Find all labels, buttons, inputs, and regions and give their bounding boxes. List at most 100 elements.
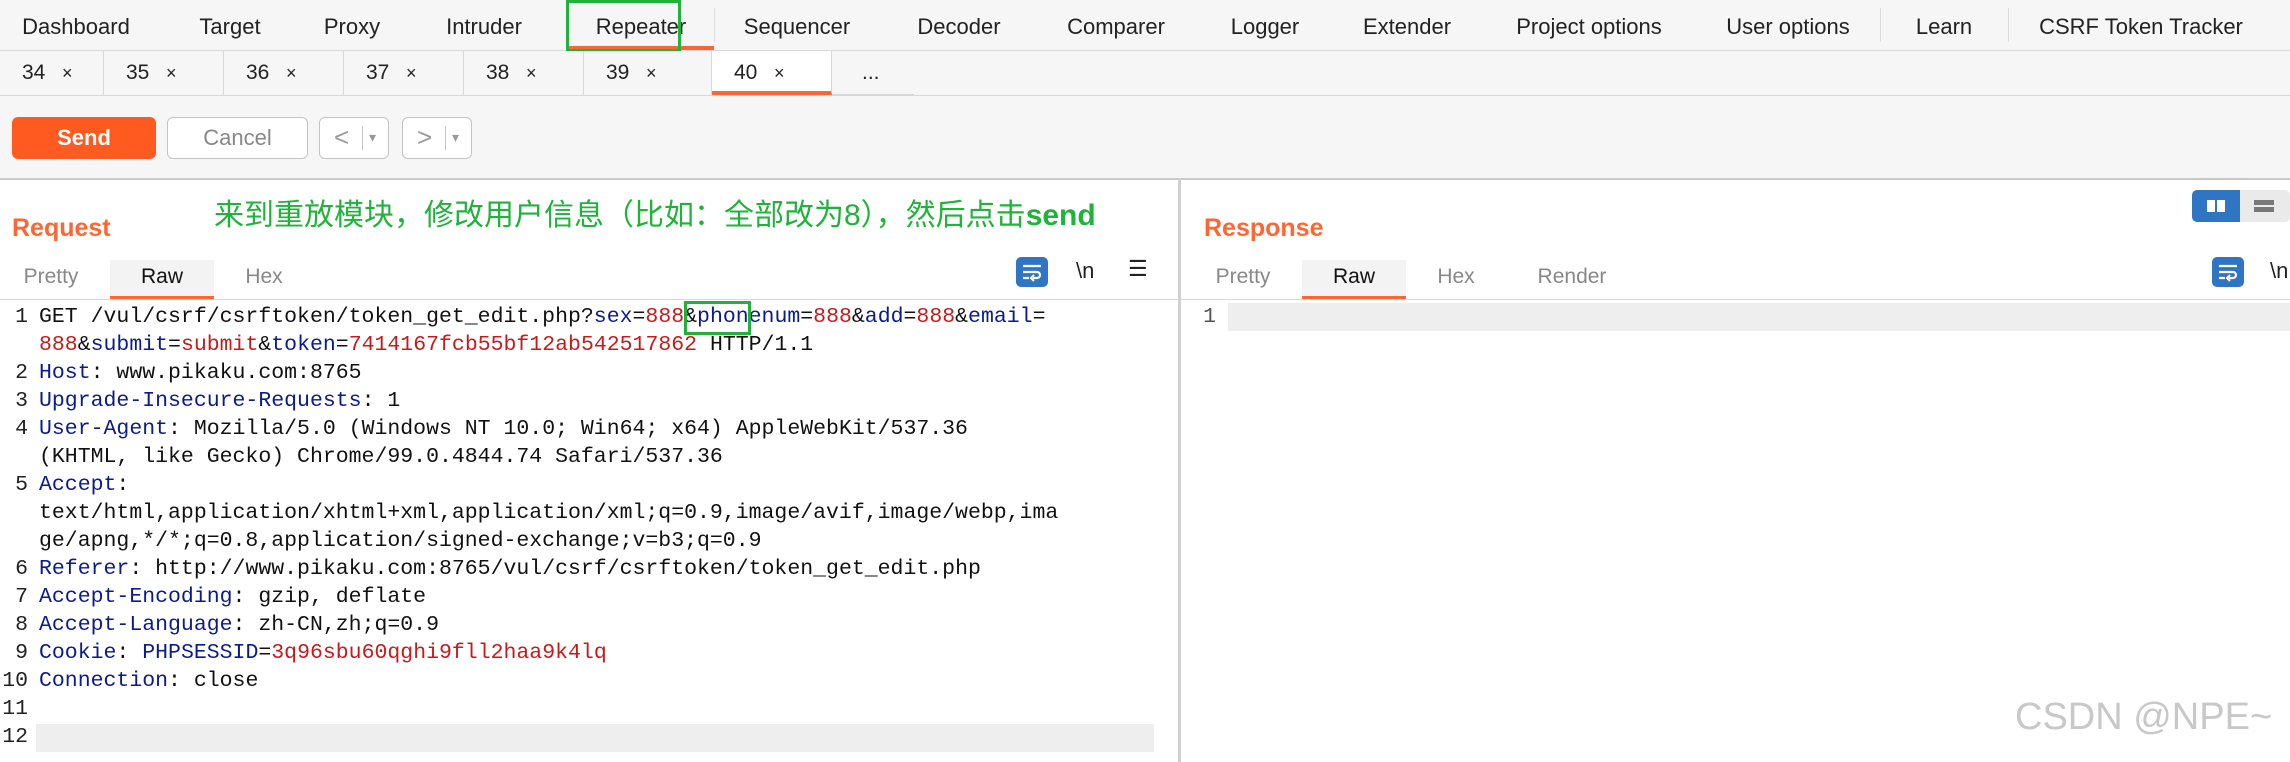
repeater-tab[interactable]: 35 × [104,51,224,95]
nav-csrf-token-tracker[interactable]: CSRF Token Tracker [2026,0,2256,50]
menu-icon[interactable]: ☰ [1128,256,1148,282]
nav-target[interactable]: Target [175,0,285,50]
repeater-toolbar: Send Cancel < ▾ > ▾ [0,96,2290,180]
nav-comparer[interactable]: Comparer [1056,0,1176,50]
repeater-tab[interactable]: 37 × [344,51,464,95]
repeater-tab[interactable]: 39 × [584,51,712,95]
line-number: 5 [15,473,28,497]
panel-divider[interactable] [1178,178,1181,762]
close-icon[interactable]: × [646,51,657,95]
tab-number: 34 [22,61,46,84]
line-number: 1 [1203,305,1216,329]
tab-raw[interactable]: Raw [110,260,214,300]
cancel-button[interactable]: Cancel [167,117,308,159]
split-view-icon[interactable] [2192,190,2240,222]
tab-hex[interactable]: Hex [1420,260,1492,300]
nav-separator [1880,8,1881,42]
tab-number: 36 [246,61,270,84]
code-line: (KHTML, like Gecko) Chrome/99.0.4844.74 … [39,445,723,469]
tab-render[interactable]: Render [1522,260,1622,300]
tab-raw[interactable]: Raw [1302,260,1406,300]
tab-underline [1181,299,2290,300]
nav-project-options[interactable]: Project options [1506,0,1672,50]
annotation-text: 来到重放模块，修改用户信息（比如：全部改为8），然后点击send [214,199,1096,232]
chevron-down-icon[interactable]: ▾ [452,118,459,156]
tab-number: 40 [734,61,758,84]
tab-pretty[interactable]: Pretty [10,260,92,300]
tab-underline [0,299,1178,300]
send-button[interactable]: Send [12,117,156,159]
code-line: Connection: close [39,669,259,693]
nav-dashboard[interactable]: Dashboard [8,0,144,50]
newline-toggle-icon[interactable]: \n [1076,258,1094,284]
sex-value-highlight-box [684,301,751,335]
repeater-tab-active[interactable]: 40 × [712,51,832,95]
nav-user-options[interactable]: User options [1718,0,1858,50]
nav-extender[interactable]: Extender [1353,0,1461,50]
close-icon[interactable]: × [62,51,73,95]
response-title: Response [1204,214,1324,242]
current-line-highlight [1228,303,2290,331]
chevron-right-icon: > [417,122,433,152]
close-icon[interactable]: × [166,51,177,95]
line-number: 7 [15,585,28,609]
nav-separator [714,8,715,42]
close-icon[interactable]: × [406,51,417,95]
line-number: 4 [15,417,28,441]
repeater-highlight-box [566,0,681,52]
back-button[interactable]: < ▾ [319,117,389,159]
close-icon[interactable]: × [526,51,537,95]
code-line: Accept: [39,473,130,497]
nav-proxy[interactable]: Proxy [302,0,402,50]
code-line: Accept-Language: zh-CN,zh;q=0.9 [39,613,439,637]
watermark: CSDN @NPE~ [2015,696,2273,738]
nav-sequencer[interactable]: Sequencer [735,0,859,50]
nav-learn[interactable]: Learn [1898,0,1990,50]
chevron-down-icon[interactable]: ▾ [369,118,376,156]
word-wrap-icon[interactable] [2212,257,2244,287]
repeater-tab[interactable]: 38 × [464,51,584,95]
line-number: 8 [15,613,28,637]
stacked-view-icon[interactable] [2240,190,2290,222]
more-tabs-button[interactable]: ... [832,51,914,95]
button-divider [445,126,446,150]
code-line: User-Agent: Mozilla/5.0 (Windows NT 10.0… [39,417,968,441]
word-wrap-icon[interactable] [1016,257,1048,287]
forward-button[interactable]: > ▾ [402,117,472,159]
line-number: 9 [15,641,28,665]
nav-decoder[interactable]: Decoder [907,0,1011,50]
chevron-left-icon: < [334,122,350,152]
tab-number: 39 [606,61,630,84]
repeater-tab[interactable]: 36 × [224,51,344,95]
code-line: GET /vul/csrf/csrftoken/token_get_edit.p… [39,305,1046,329]
code-line: ge/apng,*/*;q=0.8,application/signed-exc… [39,529,762,553]
current-line-highlight [36,724,1154,752]
layout-toggle[interactable] [2192,190,2290,222]
line-number: 3 [15,389,28,413]
line-number: 2 [15,361,28,385]
nav-intruder[interactable]: Intruder [428,0,540,50]
code-line: Cookie: PHPSESSID=3q96sbu60qghi9fll2haa9… [39,641,607,665]
line-number: 12 [2,725,28,749]
close-icon[interactable]: × [286,51,297,95]
nav-logger[interactable]: Logger [1218,0,1312,50]
tab-number: 38 [486,61,510,84]
line-number: 10 [2,669,28,693]
line-number: 1 [15,305,28,329]
code-line: Referer: http://www.pikaku.com:8765/vul/… [39,557,981,581]
repeater-tab[interactable]: 34 × [0,51,104,95]
main-menu: Dashboard Target Proxy Intruder Repeater… [0,0,2290,51]
line-number: 11 [2,697,28,721]
code-line: Accept-Encoding: gzip, deflate [39,585,427,609]
close-icon[interactable]: × [774,51,785,95]
tab-hex[interactable]: Hex [228,260,300,300]
button-divider [362,126,363,150]
code-line: text/html,application/xhtml+xml,applicat… [39,501,1059,525]
repeater-tab-bar: 34 × 35 × 36 × 37 × 38 × 39 × 40 × ... [0,51,2290,96]
tab-number: 37 [366,61,390,84]
line-number: 6 [15,557,28,581]
newline-toggle-icon[interactable]: \n [2270,258,2288,284]
code-line: Host: www.pikaku.com:8765 [39,361,362,385]
tab-pretty[interactable]: Pretty [1202,260,1284,300]
code-line: Upgrade-Insecure-Requests: 1 [39,389,401,413]
